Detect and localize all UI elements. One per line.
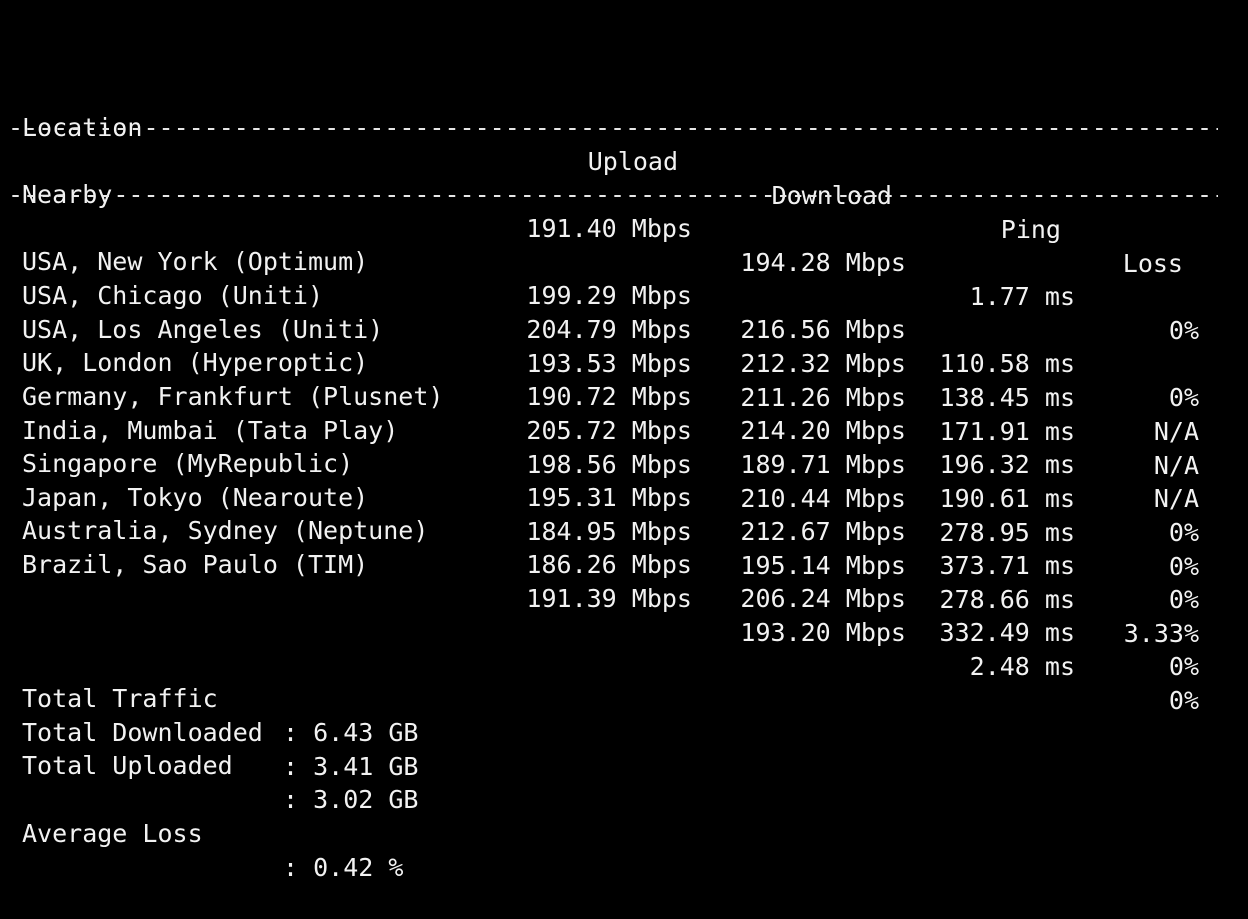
summary-average-loss: Average Loss : 0.42 % [0, 783, 1248, 882]
separator-middle: ----------------------------------------… [8, 180, 1218, 209]
cell-upload: 191.39 Mbps [526, 584, 692, 613]
summary-total-traffic: Total Traffic : 6.43 GB [0, 648, 1248, 747]
table-row: India, Mumbai (Tata Play) 198.56 Mbps 21… [0, 380, 1248, 581]
table-row: USA, Chicago (Uniti) 204.79 Mbps 212.32 … [0, 245, 1248, 446]
summary-label: Average Loss [22, 819, 203, 848]
cell-loss: 0% [1168, 552, 1199, 581]
cell-loss: 3.33% [1123, 619, 1199, 648]
cell-upload: 186.26 Mbps [526, 550, 692, 579]
terminal-output: Location Upload Download Ping Loss -----… [0, 0, 1248, 882]
summary-total-downloaded: Total Downloaded : 3.41 GB [0, 682, 1248, 781]
table-header: Location Upload Download Ping Loss [0, 77, 1248, 278]
cell-ping: 373.71 ms [939, 551, 1075, 580]
table-row: Japan, Tokyo (Nearoute) 184.95 Mbps 195.… [0, 447, 1248, 648]
summary-total-uploaded: Total Uploaded : 3.02 GB [0, 715, 1248, 814]
table-row-nearby: Nearby 191.40 Mbps 194.28 Mbps 1.77 ms 0… [0, 144, 1248, 345]
cell-location: Brazil, Sao Paulo (TIM) [22, 550, 369, 579]
cell-download: 206.24 Mbps [740, 584, 906, 613]
table-row: UK, London (Hyperoptic) 190.72 Mbps 214.… [0, 312, 1248, 513]
table-row: Australia, Sydney (Neptune) 186.26 Mbps … [0, 480, 1248, 681]
table-row: Singapore (MyRepublic) 195.31 Mbps 212.6… [0, 413, 1248, 614]
cell-ping: 278.66 ms [939, 585, 1075, 614]
cell-download: 195.14 Mbps [740, 551, 906, 580]
table-row: USA, Los Angeles (Uniti) 193.53 Mbps 211… [0, 279, 1248, 480]
summary-value: : 0.42 % [283, 853, 404, 882]
cell-ping: 332.49 ms [939, 618, 1075, 647]
table-row: USA, New York (Optimum) 199.29 Mbps 216.… [0, 211, 1248, 412]
cell-download: 193.20 Mbps [740, 618, 906, 647]
summary-label: Total Uploaded [22, 751, 233, 780]
separator-top: ----------------------------------------… [8, 113, 1218, 142]
cell-loss: 0% [1168, 585, 1199, 614]
table-row: Germany, Frankfurt (Plusnet) 205.72 Mbps… [0, 346, 1248, 547]
table-row: Brazil, Sao Paulo (TIM) 191.39 Mbps 193.… [0, 514, 1248, 715]
summary-value: : 3.41 GB [283, 752, 419, 781]
